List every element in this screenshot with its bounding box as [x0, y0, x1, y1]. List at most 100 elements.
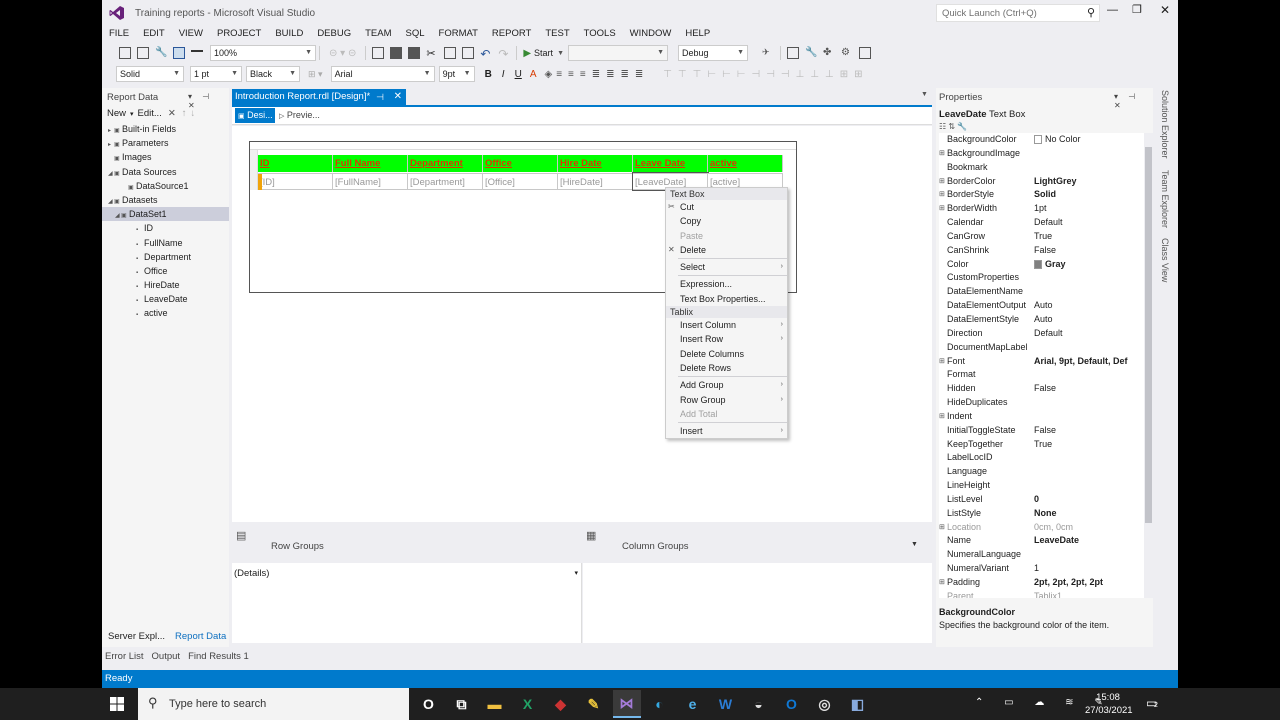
property-value[interactable]: False — [1034, 382, 1144, 396]
column-handles[interactable] — [250, 142, 796, 150]
property-row[interactable]: ⊞ BackgroundImage — [939, 147, 1144, 161]
property-row[interactable]: HideDuplicates — [939, 396, 1144, 410]
app-icon[interactable]: ◒ — [744, 690, 773, 718]
menu-help[interactable]: HELP — [685, 28, 710, 39]
property-value[interactable]: None — [1034, 507, 1144, 521]
save-all-icon[interactable] — [408, 47, 421, 59]
visual-studio-icon[interactable]: ⋈ — [612, 690, 641, 718]
row-handles[interactable] — [250, 150, 258, 190]
property-value[interactable] — [1034, 147, 1144, 161]
property-row[interactable]: BackgroundColor No Color — [939, 133, 1144, 147]
tab-list-dropdown[interactable]: ▼ — [921, 91, 928, 98]
property-row[interactable]: DataElementName — [939, 285, 1144, 299]
data-cell[interactable]: [Department] — [408, 173, 483, 190]
menu-file[interactable]: FILE — [109, 28, 129, 39]
new-button[interactable]: New — [107, 108, 126, 119]
tree-item[interactable]: ▣ Images — [102, 150, 229, 164]
property-row[interactable]: Format — [939, 368, 1144, 382]
tree-item[interactable]: ▪ Office — [102, 264, 229, 278]
cortana-icon[interactable]: O — [414, 690, 443, 718]
zoom-select[interactable]: 100% ▼ — [210, 45, 316, 61]
align-icons[interactable]: ≡≡≡≣≣≣≣ — [556, 69, 649, 80]
property-value[interactable]: True — [1034, 438, 1144, 452]
properties-controls[interactable]: ▾ ⊣ ✕ — [1114, 92, 1153, 110]
property-value[interactable]: Gray — [1034, 258, 1144, 272]
bold-button[interactable]: B — [485, 69, 492, 80]
windows-start-icon[interactable] — [110, 697, 124, 713]
property-value[interactable]: 2pt, 2pt, 2pt, 2pt — [1034, 576, 1144, 590]
data-cell[interactable]: [HireDate] — [558, 173, 633, 190]
property-value[interactable] — [1034, 410, 1144, 424]
details-group[interactable]: (Details) ▾ — [234, 567, 582, 581]
property-value[interactable]: LightGrey — [1034, 175, 1144, 189]
property-row[interactable]: ListStyle None — [939, 507, 1144, 521]
notes-icon[interactable]: ✎ — [579, 690, 608, 718]
taskbar-search[interactable]: ⚲ Type here to search — [138, 688, 409, 720]
error-list-tab[interactable]: Error List — [105, 651, 144, 662]
context-menu-item[interactable]: Add Group › — [666, 378, 787, 392]
property-value[interactable] — [1034, 161, 1144, 175]
expand-icon[interactable]: ⊞ — [939, 202, 945, 216]
border-style-select[interactable]: Solid ▼ — [116, 66, 184, 82]
property-value[interactable]: 0 — [1034, 493, 1144, 507]
property-row[interactable]: Bookmark — [939, 161, 1144, 175]
property-row[interactable]: ListLevel 0 — [939, 493, 1144, 507]
doc-tab-active[interactable]: Introduction Report.rdl [Design]* ⊣ ✕ — [232, 89, 406, 105]
property-value[interactable]: Default — [1034, 216, 1144, 230]
undo-icon[interactable]: ↶ — [480, 47, 492, 61]
close-window-button[interactable]: ✕ — [1160, 3, 1170, 17]
menu-format[interactable]: FORMAT — [439, 28, 478, 39]
header-cell[interactable]: Department — [408, 155, 483, 172]
property-value[interactable]: LeaveDate — [1034, 534, 1144, 548]
property-value[interactable]: 1pt — [1034, 202, 1144, 216]
class-view-tab[interactable]: Class View — [1160, 238, 1170, 282]
solution-explorer-tab[interactable]: Solution Explorer — [1160, 90, 1170, 159]
context-menu-item[interactable]: Delete Rows — [666, 361, 787, 375]
context-menu-item[interactable]: ✂ Cut — [666, 200, 787, 214]
outlook-icon[interactable]: O — [777, 690, 806, 718]
find-results-tab[interactable]: Find Results 1 — [188, 651, 249, 662]
property-value[interactable]: Arial, 9pt, Default, Def — [1034, 355, 1144, 369]
property-value[interactable] — [1034, 396, 1144, 410]
property-row[interactable]: Parent Tablix1 — [939, 590, 1144, 598]
property-row[interactable]: Color Gray — [939, 258, 1144, 272]
property-row[interactable]: ⊞ BorderColor LightGrey — [939, 175, 1144, 189]
context-menu-item[interactable]: Expression... — [666, 277, 787, 291]
edit-button[interactable]: Edit... — [138, 108, 162, 119]
menu-report[interactable]: REPORT — [492, 28, 531, 39]
font-select[interactable]: Arial ▼ — [330, 66, 435, 82]
app-icon[interactable]: ◎ — [810, 690, 839, 718]
expand-icon[interactable]: ⊞ — [939, 188, 945, 202]
cut-icon[interactable]: ✂ — [426, 47, 438, 60]
restore-button[interactable]: ❐ — [1132, 3, 1142, 16]
property-row[interactable]: NumeralLanguage — [939, 548, 1144, 562]
property-value[interactable]: Solid — [1034, 188, 1144, 202]
toolbar-icon[interactable] — [173, 47, 185, 59]
gear-icon[interactable]: ⚙ — [841, 47, 853, 59]
tree-item[interactable]: ▸ ▣ Parameters — [102, 136, 229, 150]
property-value[interactable]: True — [1034, 230, 1144, 244]
context-menu-item[interactable]: Text Box Properties... — [666, 292, 787, 306]
property-row[interactable]: Name LeaveDate — [939, 534, 1144, 548]
property-row[interactable]: LineHeight — [939, 479, 1144, 493]
property-row[interactable]: ⊞ BorderWidth 1pt — [939, 202, 1144, 216]
menu-window[interactable]: WINDOW — [630, 28, 672, 39]
property-row[interactable]: ⊞ Indent — [939, 410, 1144, 424]
property-row[interactable]: CustomProperties — [939, 271, 1144, 285]
expand-icon[interactable]: ⊞ — [939, 147, 945, 161]
task-view-icon[interactable]: ⧉ — [447, 690, 476, 718]
property-row[interactable]: InitialToggleState False — [939, 424, 1144, 438]
groups-dropdown[interactable]: ▼ — [911, 541, 918, 548]
property-value[interactable]: Tablix1 — [1034, 590, 1144, 598]
property-value[interactable] — [1034, 451, 1144, 465]
toolbar-icon[interactable] — [859, 47, 871, 59]
property-value[interactable] — [1034, 465, 1144, 479]
team-explorer-tab[interactable]: Team Explorer — [1160, 170, 1170, 228]
paste-icon[interactable] — [462, 47, 475, 59]
cluster-icon[interactable]: ✤ — [823, 47, 835, 59]
property-row[interactable]: Direction Default — [939, 327, 1144, 341]
tree-item[interactable]: ▪ Department — [102, 250, 229, 264]
design-surface[interactable]: ID Full Name Department Office Hire Date Leav… — [232, 126, 932, 522]
tree-item[interactable]: ▪ LeaveDate — [102, 292, 229, 306]
background-color-icon[interactable]: ◈ — [544, 69, 552, 80]
